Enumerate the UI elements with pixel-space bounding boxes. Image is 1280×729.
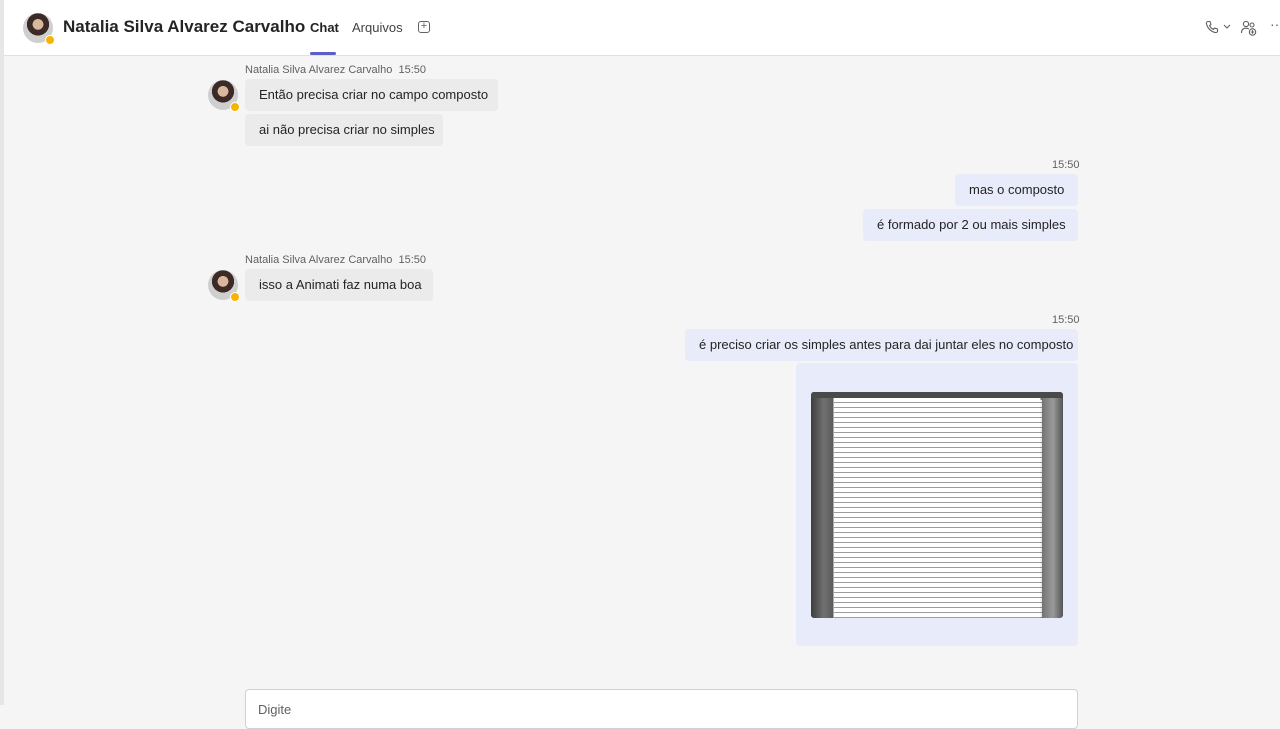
message-meta: Natalia Silva Alvarez Carvalho 15:50	[245, 64, 426, 76]
thumbnail-titlebar	[811, 392, 1063, 398]
presence-away-icon	[230, 102, 240, 112]
contact-name[interactable]: Natalia Silva Alvarez Carvalho	[63, 17, 305, 37]
chevron-down-icon[interactable]	[1223, 24, 1231, 30]
sender-avatar[interactable]	[208, 80, 240, 112]
message-time: 15:50	[1052, 314, 1080, 326]
image-attachment-message[interactable]	[796, 363, 1078, 646]
thumbnail-content	[834, 400, 1042, 618]
sender-name: Natalia Silva Alvarez Carvalho	[245, 64, 393, 76]
tab-arquivos[interactable]: Arquivos	[352, 20, 403, 35]
incoming-message[interactable]: Então precisa criar no campo composto	[245, 79, 498, 111]
incoming-message[interactable]: isso a Animati faz numa boa	[245, 269, 433, 301]
chat-header: Natalia Silva Alvarez Carvalho Chat Arqu…	[4, 0, 1280, 56]
outgoing-message[interactable]: é preciso criar os simples antes para da…	[685, 329, 1078, 361]
active-tab-indicator	[310, 52, 336, 55]
presence-away-icon	[45, 35, 55, 45]
message-list: Natalia Silva Alvarez Carvalho 15:50 Ent…	[4, 57, 1280, 729]
contact-avatar[interactable]	[23, 13, 55, 45]
sender-avatar[interactable]	[208, 270, 240, 302]
message-time: 15:50	[398, 254, 427, 266]
image-thumbnail[interactable]	[811, 392, 1063, 618]
outgoing-message[interactable]: mas o composto	[955, 174, 1078, 206]
tab-chat[interactable]: Chat	[310, 20, 339, 35]
compose-placeholder: Digite	[258, 702, 292, 717]
more-icon[interactable]: ···	[1270, 16, 1280, 32]
people-add-icon[interactable]	[1240, 19, 1258, 37]
call-icon[interactable]	[1205, 20, 1219, 34]
message-time: 15:50	[1052, 159, 1080, 171]
outgoing-message[interactable]: é formado por 2 ou mais simples	[863, 209, 1078, 241]
message-time: 15:50	[398, 64, 427, 76]
sender-name: Natalia Silva Alvarez Carvalho	[245, 254, 393, 266]
presence-away-icon	[230, 292, 240, 302]
compose-box[interactable]: Digite	[245, 689, 1078, 729]
message-meta: Natalia Silva Alvarez Carvalho 15:50	[245, 254, 426, 266]
add-tab-icon[interactable]: +	[418, 21, 430, 33]
incoming-message[interactable]: ai não precisa criar no simples	[245, 114, 443, 146]
